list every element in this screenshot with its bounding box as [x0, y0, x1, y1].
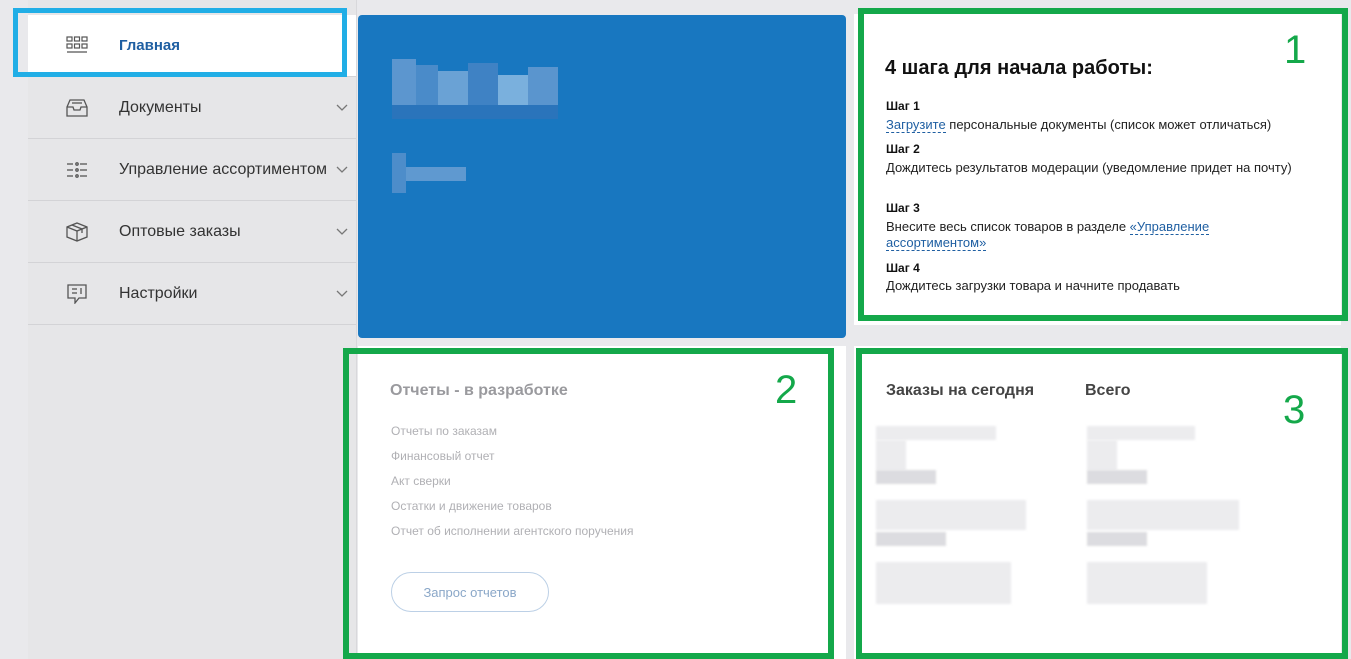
- blurred-value: [1087, 532, 1147, 546]
- orders-total-heading: Всего: [1085, 382, 1131, 399]
- step-1-body: персональные документы (список может отл…: [945, 117, 1272, 132]
- pixelated-block: [406, 167, 466, 181]
- sidebar-item-settings[interactable]: Настройки: [28, 263, 356, 325]
- box-icon: [66, 221, 88, 242]
- step-3-body: Внесите весь список товаров в разделе: [886, 219, 1130, 234]
- step-2-text: Дождитесь результатов модерации (уведомл…: [886, 160, 1292, 175]
- blurred-value: [876, 426, 996, 440]
- blurred-value: [1087, 470, 1147, 484]
- step-1-heading: Шаг 1: [886, 99, 920, 113]
- sidebar-item-documents[interactable]: Документы: [28, 77, 356, 139]
- step-4-text: Дождитесь загрузки товара и начните прод…: [886, 278, 1180, 293]
- pixelated-block: [392, 105, 558, 119]
- sidebar-item-assortment[interactable]: Управление ассортиментом: [28, 139, 356, 201]
- chevron-down-icon: [336, 104, 348, 111]
- sidebar-item-label: Настройки: [119, 284, 198, 302]
- pixelated-block: [498, 75, 528, 105]
- blurred-value: [1087, 562, 1207, 604]
- report-item: Отчеты по заказам: [391, 424, 497, 438]
- step-1-text: Загрузите персональные документы (список…: [886, 117, 1316, 133]
- sidebar-item-wholesale[interactable]: Оптовые заказы: [28, 201, 356, 263]
- list-icon: [67, 161, 87, 178]
- pixelated-block: [438, 71, 468, 105]
- inbox-icon: [66, 98, 88, 117]
- pixelated-block: [416, 65, 438, 105]
- blurred-value: [876, 532, 946, 546]
- pixelated-block: [468, 63, 498, 105]
- blurred-value: [1087, 426, 1195, 440]
- sidebar-item-label: Управление ассортиментом: [119, 160, 327, 178]
- sidebar: Главная Документы Управление ассортимент…: [28, 0, 357, 659]
- step-3-heading: Шаг 3: [886, 201, 920, 215]
- annotation-label-1: 1: [1284, 28, 1307, 72]
- sidebar-item-home[interactable]: Главная: [28, 15, 356, 77]
- annotation-label-2: 2: [775, 368, 798, 412]
- request-reports-button[interactable]: Запрос отчетов: [391, 572, 549, 612]
- blurred-value: [1087, 440, 1117, 470]
- step-4-heading: Шаг 4: [886, 261, 920, 275]
- pixelated-block: [392, 59, 416, 105]
- grid-icon: [66, 35, 88, 53]
- steps-title: 4 шага для начала работы:: [885, 57, 1153, 79]
- report-item: Отчет об исполнении агентского поручения: [391, 524, 634, 538]
- chat-settings-icon: [67, 283, 87, 304]
- annotation-label-3: 3: [1283, 388, 1306, 432]
- sidebar-item-label: Документы: [119, 98, 202, 116]
- blurred-value: [1087, 500, 1239, 530]
- sidebar-item-label: Оптовые заказы: [119, 222, 241, 240]
- hero-banner[interactable]: [358, 15, 846, 338]
- blurred-value: [876, 500, 1026, 530]
- report-item: Остатки и движение товаров: [391, 499, 552, 513]
- step-2-heading: Шаг 2: [886, 142, 920, 156]
- chevron-down-icon: [336, 290, 348, 297]
- report-item: Финансовый отчет: [391, 449, 495, 463]
- upload-link[interactable]: Загрузите: [886, 117, 946, 133]
- chevron-down-icon: [336, 228, 348, 235]
- chevron-down-icon: [336, 166, 348, 173]
- blurred-value: [876, 440, 906, 470]
- step-3-text: Внесите весь список товаров в разделе «У…: [886, 219, 1296, 251]
- blurred-value: [876, 562, 1011, 604]
- sidebar-item-label: Главная: [119, 37, 181, 54]
- orders-today-heading: Заказы на сегодня: [886, 382, 1035, 399]
- reports-title: Отчеты - в разработке: [390, 382, 568, 399]
- report-item: Акт сверки: [391, 474, 451, 488]
- pixelated-block: [528, 67, 558, 105]
- blurred-value: [876, 470, 936, 484]
- pixelated-block: [392, 153, 406, 193]
